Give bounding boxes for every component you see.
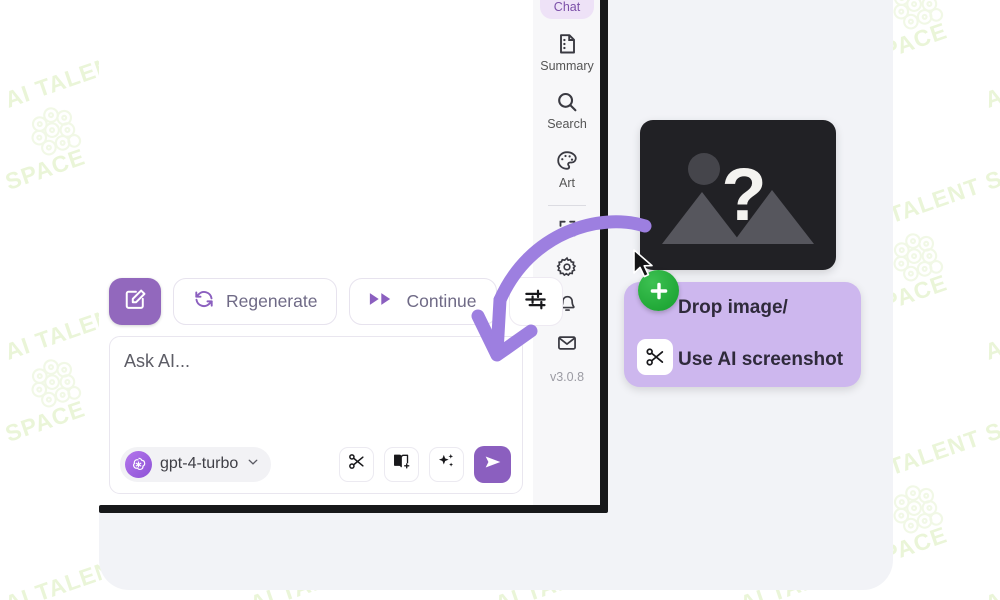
sidebar: Chat Summary Search Art v3.0.8 (533, 0, 601, 508)
mail-button[interactable] (545, 328, 589, 362)
continue-label: Continue (406, 291, 477, 311)
watermark-text: AI TALENT SPACE (0, 143, 89, 238)
sidebar-item-label: Search (547, 117, 587, 131)
prompt-library-button[interactable] (384, 446, 419, 482)
palette-icon (555, 148, 579, 174)
regenerate-button[interactable]: Regenerate (173, 278, 338, 325)
chevron-down-icon (246, 455, 260, 474)
envelope-icon (556, 332, 578, 359)
composer[interactable]: Ask AI... gpt-4-turbo (109, 336, 523, 494)
continue-button[interactable]: Continue (349, 278, 497, 325)
tooltip-row-label: Use AI screenshot (678, 349, 844, 370)
mouse-pointer-icon (633, 249, 653, 278)
composer-placeholder: Ask AI... (124, 351, 191, 371)
composer-toolbar: gpt-4-turbo (120, 445, 511, 483)
watermark-text: AI TALENT SPACE (981, 269, 1000, 365)
sidebar-divider (548, 205, 586, 206)
window-frame-right (600, 0, 608, 511)
sliders-icon (523, 287, 548, 317)
svg-text:?: ? (721, 153, 766, 236)
sidebar-item-label: Chat (553, 0, 581, 14)
edit-square-icon (123, 287, 148, 317)
enhance-button[interactable] (429, 446, 464, 482)
model-selector[interactable]: gpt-4-turbo (120, 446, 272, 482)
brain-icon (996, 94, 1000, 178)
send-button[interactable] (474, 445, 511, 483)
sidebar-item-chat[interactable]: Chat (540, 0, 594, 19)
document-list-icon (555, 31, 579, 57)
watermark-text: AI TALENT SPACE (0, 395, 89, 490)
edit-button[interactable] (109, 278, 161, 325)
sidebar-item-label: Art (559, 175, 575, 190)
scissors-icon (637, 339, 673, 375)
sidebar-item-art[interactable]: Art (540, 142, 594, 195)
brain-icon (16, 346, 96, 430)
watermark-text: AI TALENT SPACE (981, 17, 1000, 113)
sparkles-icon (437, 452, 456, 476)
sidebar-item-label: Summary (540, 58, 594, 73)
version-label: v3.0.8 (549, 370, 585, 384)
watermark-text: AI TALENT SPACE (982, 521, 1000, 600)
magnifier-icon (555, 89, 579, 115)
composer-action-buttons (339, 445, 511, 483)
brain-icon (996, 346, 1000, 430)
screenshot-button[interactable] (339, 446, 374, 482)
drop-image-tooltip: Drop image/ Use AI screenshot (624, 270, 861, 387)
send-icon (483, 452, 503, 477)
fullscreen-button[interactable] (545, 214, 589, 248)
window-frame-bottom (99, 505, 608, 513)
tooltip-row-label: Drop image/ (678, 297, 788, 318)
expand-icon (557, 218, 578, 244)
model-name-label: gpt-4-turbo (160, 455, 239, 472)
sidebar-item-summary[interactable]: Summary (540, 25, 594, 78)
settings-sliders-button[interactable] (508, 277, 563, 326)
sidebar-item-search[interactable]: Search (540, 83, 594, 136)
image-preview-card[interactable]: ? (640, 120, 836, 270)
regenerate-label: Regenerate (226, 291, 318, 311)
image-question-placeholder: ? (640, 153, 836, 270)
fast-forward-icon (369, 289, 395, 314)
brain-icon (16, 94, 96, 178)
scissors-icon (347, 452, 366, 476)
chat-action-row: Regenerate Continue (109, 277, 563, 326)
refresh-icon (193, 288, 215, 315)
openai-icon (125, 450, 152, 478)
book-plus-icon (392, 452, 411, 476)
